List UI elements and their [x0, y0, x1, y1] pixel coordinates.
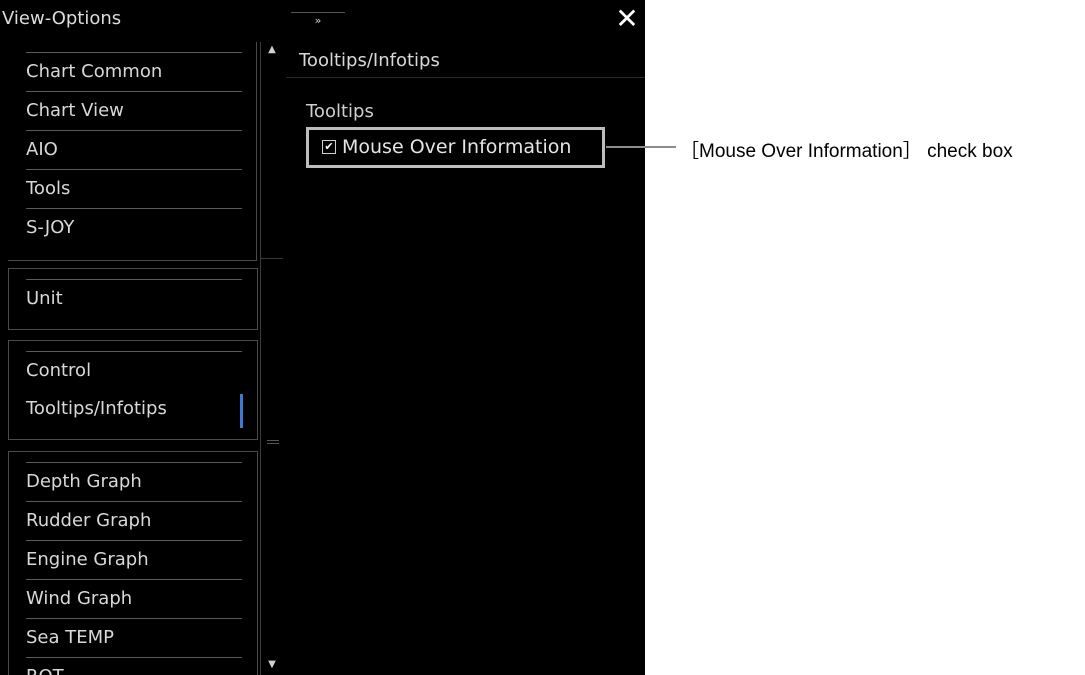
- sidebar-item-unit[interactable]: Unit: [26, 279, 242, 318]
- callout-highlight-box: [306, 127, 605, 168]
- sidebar-item-chart-common[interactable]: Chart Common: [26, 52, 242, 91]
- sidebar-item-label: Depth Graph: [26, 471, 142, 492]
- expand-icon[interactable]: »: [291, 12, 345, 31]
- sidebar-item-label: Chart View: [26, 100, 124, 121]
- sidebar-scrollbar[interactable]: [260, 42, 285, 675]
- sidebar-item-engine-graph[interactable]: Engine Graph: [26, 540, 242, 579]
- sidebar-item-wind-graph[interactable]: Wind Graph: [26, 579, 242, 618]
- sidebar-item-label: Unit: [26, 288, 63, 309]
- scroll-down-icon[interactable]: ▼: [264, 659, 280, 675]
- sidebar-item-label: Sea TEMP: [26, 627, 115, 648]
- scroll-up-icon[interactable]: ▲: [264, 44, 280, 60]
- sidebar-item-label: AIO: [26, 139, 58, 160]
- callout-annotation: ［Mouse Over Information］ check box: [680, 141, 1013, 162]
- sidebar-item-depth-graph[interactable]: Depth Graph: [26, 462, 242, 501]
- close-icon[interactable]: ✕: [612, 4, 642, 36]
- sidebar-item-aio[interactable]: AIO: [26, 130, 242, 169]
- selected-indicator: [240, 394, 243, 428]
- sidebar-item-s-joy[interactable]: S-JOY: [26, 208, 242, 247]
- sidebar-item-rudder-graph[interactable]: Rudder Graph: [26, 501, 242, 540]
- sidebar-item-chart-view[interactable]: Chart View: [26, 91, 242, 130]
- sidebar-item-label: Rudder Graph: [26, 510, 152, 531]
- sidebar-item-tools[interactable]: Tools: [26, 169, 242, 208]
- title-bar: View-Options » ✕: [0, 0, 645, 40]
- sidebar-item-rot[interactable]: ROT: [26, 657, 242, 675]
- dialog-title: View-Options: [2, 8, 122, 29]
- callout-leader-line: [606, 146, 676, 148]
- sidebar-item-control[interactable]: Control: [26, 351, 242, 390]
- sidebar-item-label: S-JOY: [26, 217, 75, 238]
- sidebar-item-tooltips-infotips[interactable]: Tooltips/Infotips: [26, 390, 242, 428]
- sidebar-item-label: Tooltips/Infotips: [26, 398, 167, 419]
- sidebar-item-label: ROT: [26, 658, 242, 675]
- sidebar-item-label: Control: [26, 360, 92, 381]
- sidebar-item-label: Wind Graph: [26, 588, 133, 609]
- scroll-grip-icon[interactable]: [267, 440, 279, 448]
- sidebar-item-label: Chart Common: [26, 61, 163, 82]
- section-label-tooltips: Tooltips: [306, 101, 374, 122]
- sidebar-item-label: Engine Graph: [26, 549, 149, 570]
- sidebar-item-sea-temp[interactable]: Sea TEMP: [26, 618, 242, 657]
- view-options-dialog: View-Options » ✕ Chart Common Chart View…: [0, 0, 645, 675]
- sidebar-item-label: Tools: [26, 178, 71, 199]
- panel-title: Tooltips/Infotips: [286, 44, 645, 78]
- scroll-thumb-edge: [261, 258, 283, 259]
